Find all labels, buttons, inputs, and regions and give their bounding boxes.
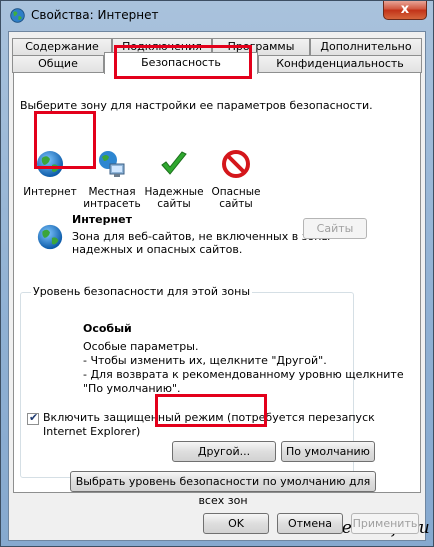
window-title: Свойства: Интернет: [31, 8, 159, 22]
protected-mode-label: Internet Explorer): [43, 425, 141, 438]
intranet-icon: [99, 151, 125, 177]
cancel-button[interactable]: Отмена: [277, 513, 343, 534]
internet-options-window: Свойства: Интернет x Содержание Подключе…: [0, 0, 434, 547]
group-title: Уровень безопасности для этой зоны: [31, 285, 252, 298]
checkmark-icon: [161, 151, 187, 175]
zone-label: сайты: [157, 198, 191, 210]
tab-privacy[interactable]: Конфиденциальность: [258, 55, 422, 73]
highlight-frame: [155, 394, 267, 427]
selected-zone-description: надежных и опасных сайтов.: [72, 243, 243, 256]
protected-mode-checkbox[interactable]: ✔: [27, 411, 39, 425]
other-button[interactable]: Другой...: [172, 441, 276, 462]
globe-icon: [37, 224, 63, 250]
ok-button[interactable]: OK: [203, 513, 269, 534]
zone-label: интрасеть: [83, 198, 141, 210]
dialog-body: Содержание Подключения Программы Дополни…: [8, 31, 430, 541]
highlight-frame: [34, 111, 96, 169]
tab-general[interactable]: Общие: [12, 55, 104, 73]
security-level-text: Особые параметры.: [83, 340, 199, 353]
selected-zone-name: Интернет: [72, 213, 132, 226]
security-level-group: Уровень безопасности для этой зоны Особы…: [20, 285, 404, 478]
close-button[interactable]: x: [383, 1, 427, 20]
selected-zone-description: Зона для веб-сайтов, не включенных в зон…: [72, 230, 331, 243]
reset-all-zones-button[interactable]: Выбрать уровень безопасности по умолчани…: [70, 471, 376, 507]
zone-label: Опасные: [211, 186, 261, 198]
security-level-text: - Для возврата к рекомендованному уровню…: [83, 368, 404, 381]
tab-content[interactable]: Содержание: [12, 38, 112, 56]
zone-label: сайты: [219, 198, 253, 210]
zone-label: Местная: [88, 186, 136, 198]
highlight-frame: [114, 45, 252, 79]
apply-button[interactable]: Применить: [351, 513, 419, 534]
restricted-icon: [222, 150, 250, 178]
security-level-name: Особый: [83, 322, 132, 335]
zone-label: Надежные: [144, 186, 204, 198]
title-bar[interactable]: Свойства: Интернет x: [1, 1, 433, 31]
checkmark-icon: ✔: [29, 411, 39, 424]
zone-label: Интернет: [23, 186, 77, 198]
tab-advanced[interactable]: Дополнительно: [310, 38, 422, 56]
zone-trusted-sites[interactable]: Надежные сайты: [143, 149, 205, 210]
default-level-button[interactable]: По умолчанию: [281, 441, 375, 462]
sites-button[interactable]: Сайты: [303, 218, 367, 239]
zone-restricted-sites[interactable]: Опасные сайты: [205, 149, 267, 210]
globe-icon: [10, 8, 25, 23]
security-level-text: - Чтобы изменить их, щелкните "Другой".: [83, 354, 327, 367]
